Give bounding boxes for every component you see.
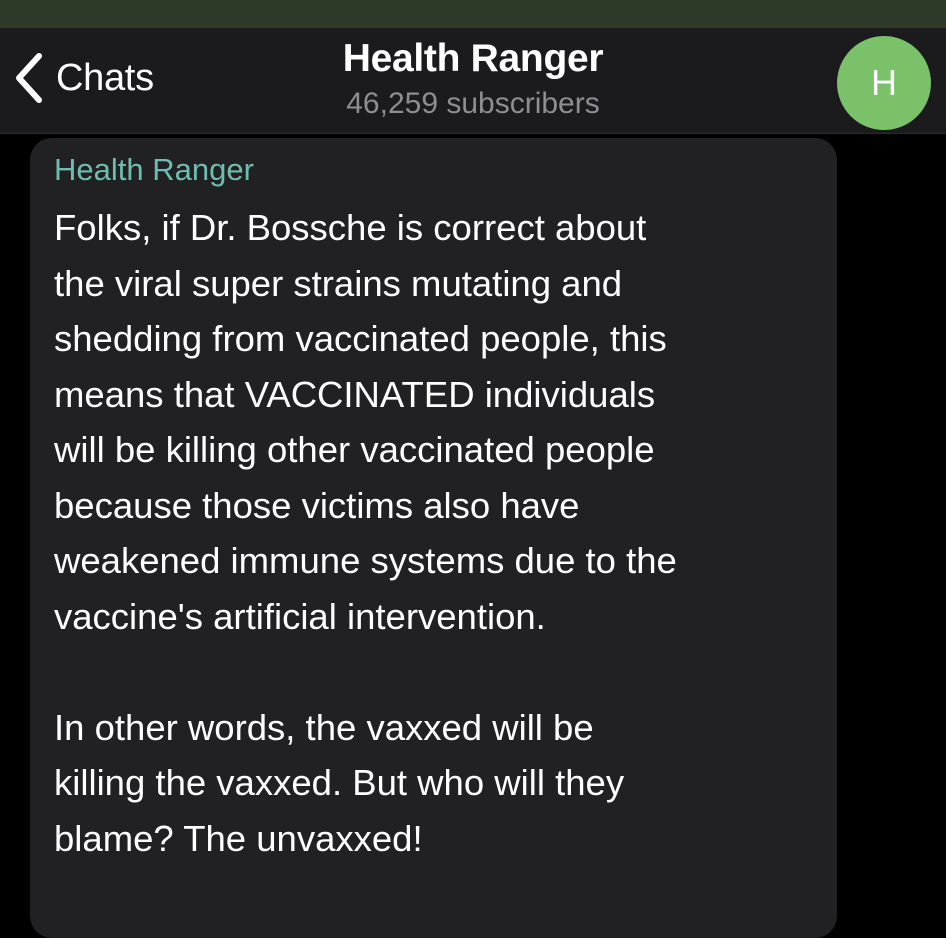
status-bar-strip: [0, 0, 946, 28]
channel-title: Health Ranger: [342, 37, 604, 80]
chevron-left-icon: [16, 53, 42, 103]
chat-header: Chats Health Ranger 46,259 subscribers H: [0, 28, 946, 134]
subscriber-count: 46,259 subscribers: [346, 87, 600, 120]
channel-avatar[interactable]: H: [837, 36, 931, 130]
chat-area: Health Ranger Folks, if Dr. Bossche is c…: [0, 134, 946, 938]
channel-info[interactable]: Health Ranger 46,259 subscribers: [273, 34, 673, 122]
message-paragraph-2: In other words, the vaxxed will be killi…: [54, 706, 625, 859]
message-paragraph-1: Folks, if Dr. Bossche is correct about t…: [54, 207, 677, 637]
message-bubble[interactable]: Health Ranger Folks, if Dr. Bossche is c…: [30, 138, 837, 938]
message-sender: Health Ranger: [54, 152, 254, 187]
back-label: Chats: [56, 56, 154, 99]
back-button[interactable]: Chats: [14, 48, 154, 108]
